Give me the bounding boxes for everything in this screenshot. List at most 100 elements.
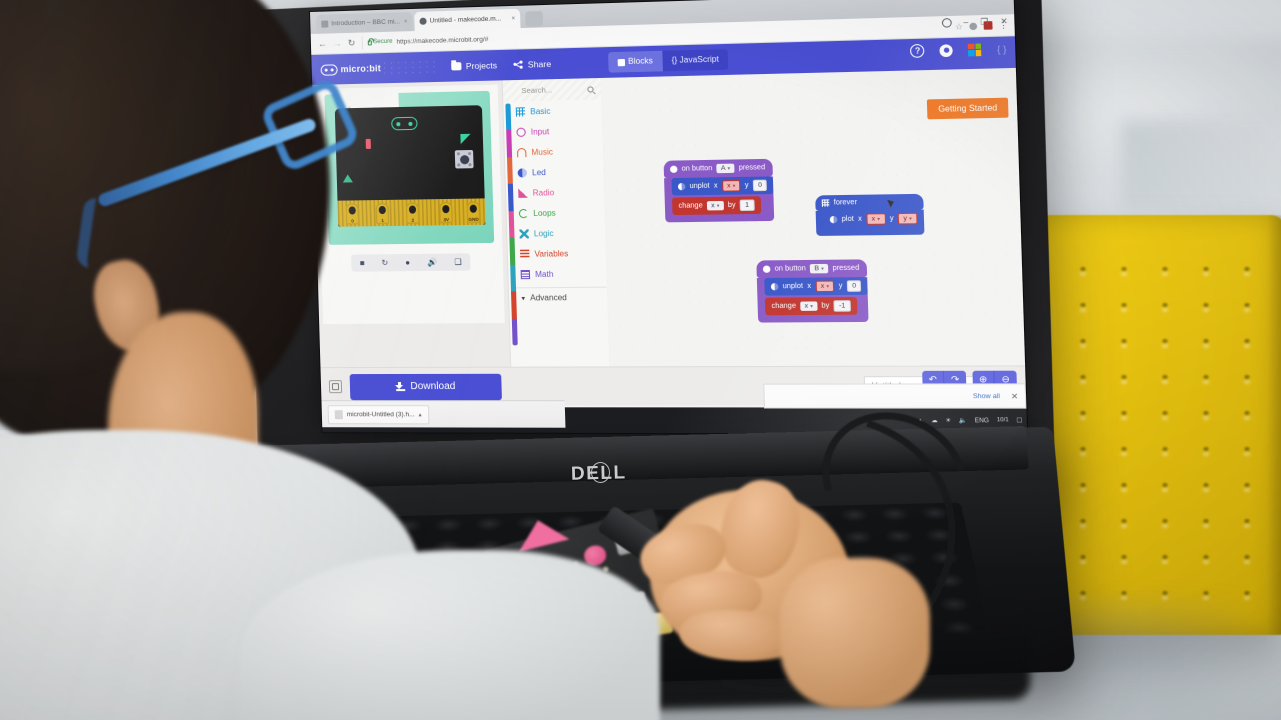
toolbox-item-music[interactable]: Music	[512, 140, 603, 162]
block-unplot[interactable]: unplot x x ▾ y 0	[764, 277, 869, 296]
block-unplot[interactable]: unplot x x ▾ y 0	[671, 176, 774, 196]
notification-icon[interactable]: ☐	[1016, 417, 1022, 424]
block-label: y	[838, 282, 843, 290]
number-field-y[interactable]: 0	[846, 280, 862, 292]
toolbox-label: Led	[531, 167, 546, 177]
math-icon	[520, 269, 531, 279]
volume-icon[interactable]: 🔈	[959, 417, 967, 424]
number-field-y[interactable]: 0	[752, 179, 768, 192]
new-tab-button[interactable]	[525, 11, 544, 27]
variable-field-y[interactable]: y ▾	[897, 212, 918, 225]
simulator-button-b[interactable]	[454, 149, 474, 169]
grid-icon	[515, 106, 526, 117]
block-label: by	[727, 201, 736, 210]
toolbox-label: Advanced	[530, 293, 567, 303]
number-field[interactable]: 1	[739, 199, 755, 212]
toolbox-item-variables[interactable]: Variables	[515, 243, 606, 264]
block-label: unplot	[689, 182, 710, 191]
headphone-icon	[516, 147, 527, 157]
maximize-button[interactable]: ❐	[980, 17, 988, 27]
close-button[interactable]: ✕	[1000, 16, 1008, 26]
block-label: on button	[774, 265, 806, 273]
tab-javascript[interactable]: {} JavaScript	[662, 49, 729, 71]
block-on-button-a-pressed[interactable]: on button A ▾ pressed unplot x x ▾ y 0 c…	[663, 158, 775, 223]
toolbox-label: Music	[531, 146, 554, 157]
block-hat[interactable]: forever	[815, 193, 924, 212]
basic-icon	[821, 199, 830, 207]
block-plot[interactable]: plot x x ▾ y y ▾	[823, 209, 925, 229]
variable-field[interactable]: x ▾	[706, 200, 724, 211]
led-icon	[517, 167, 528, 178]
block-label: pressed	[738, 164, 766, 172]
variable-field-x[interactable]: x ▾	[866, 213, 886, 225]
gear-icon[interactable]	[939, 43, 954, 57]
chevron-up-icon[interactable]: ▴	[419, 411, 422, 418]
minimize-button[interactable]: –	[963, 18, 968, 28]
variable-field[interactable]: x ▾	[800, 301, 818, 311]
toolbox-label: Basic	[530, 106, 551, 116]
block-body: unplot x x ▾ y 0 change x ▾	[756, 277, 870, 323]
sound-icon[interactable]: 🔊	[427, 258, 437, 267]
toolbox-item-logic[interactable]: Logic	[514, 222, 605, 244]
share-icon	[513, 60, 524, 69]
toolbox-item-radio[interactable]: Radio	[513, 181, 604, 203]
block-change[interactable]: change x ▾ by 1	[671, 196, 762, 216]
screen-content: Introduction – BBC mi... × Untitled - ma…	[310, 0, 1028, 435]
variable-field-x[interactable]: x ▾	[721, 180, 741, 192]
blocks-icon	[617, 58, 626, 66]
block-label: x	[713, 182, 718, 190]
block-hat[interactable]: on button B ▾ pressed	[756, 259, 868, 279]
wrist	[780, 558, 930, 708]
block-forever[interactable]: forever plot x x ▾ y y ▾	[815, 193, 925, 236]
shelf-actions: Show all ✕	[973, 391, 1019, 400]
button-field[interactable]: B ▾	[809, 263, 829, 274]
block-label: forever	[833, 198, 858, 207]
help-icon[interactable]: ?	[910, 43, 925, 58]
brace-decoration: { }	[996, 43, 1007, 55]
close-shelf-icon[interactable]: ✕	[1011, 391, 1019, 400]
block-on-button-b-pressed[interactable]: on button B ▾ pressed unplot x x ▾ y 0 c…	[756, 259, 870, 323]
projects-label: Projects	[465, 60, 498, 72]
toolbox-item-led[interactable]: Led	[512, 161, 603, 183]
makecode-body: 0 1 2 3V GND ■ ↻ ● 🔊 ❑ Search... Basic I…	[312, 67, 1026, 368]
toolbox-item-loops[interactable]: Loops	[513, 202, 604, 224]
getting-started-button[interactable]: Getting Started	[927, 97, 1009, 120]
download-shelf-right: Show all ✕	[763, 383, 1027, 409]
pin-gnd[interactable]: GND	[466, 201, 481, 223]
fullscreen-icon[interactable]: ❑	[454, 257, 462, 266]
led-icon	[770, 283, 779, 291]
block-body: plot x x ▾ y y ▾	[815, 209, 925, 236]
toolbox-label: Logic	[533, 228, 554, 238]
search-input[interactable]: Search...	[502, 77, 602, 102]
language-indicator[interactable]: ENG	[975, 418, 989, 424]
toolbox-item-advanced[interactable]: ▾ Advanced	[516, 286, 608, 308]
wifi-icon[interactable]: ☀	[945, 417, 951, 424]
toolbox-item-basic[interactable]: Basic	[510, 99, 601, 121]
tab-blocks[interactable]: Blocks	[608, 50, 663, 73]
block-label: y	[889, 215, 894, 223]
tab-close-icon[interactable]: ×	[511, 16, 515, 22]
toolbox-item-input[interactable]: Input	[511, 120, 602, 142]
number-field[interactable]: -1	[833, 300, 851, 312]
block-label: unplot	[782, 282, 804, 291]
block-label: change	[771, 302, 797, 311]
toolbox-label: Input	[530, 126, 550, 137]
button-field[interactable]: A ▾	[716, 163, 735, 174]
window-controls: – ❐ ✕	[941, 16, 1008, 28]
block-change[interactable]: change x ▾ by -1	[764, 296, 858, 316]
share-button[interactable]: Share	[513, 59, 551, 70]
clock[interactable]: 10/1	[997, 417, 1009, 424]
profile-icon[interactable]	[941, 18, 952, 28]
block-hat[interactable]: on button A ▾ pressed	[663, 158, 774, 179]
chair-edge	[1267, 215, 1281, 635]
blocks-workspace[interactable]: Getting Started on button A ▾ pressed un…	[600, 67, 1026, 367]
show-all-downloads-link[interactable]: Show all	[973, 392, 1000, 399]
pin-3v[interactable]: 3V	[439, 201, 453, 224]
network-icon[interactable]: ☁	[931, 417, 938, 424]
system-tray: ▲ ☁ ☀ 🔈 ENG 10/1 ☐	[917, 417, 1023, 424]
projects-button[interactable]: Projects	[451, 60, 497, 71]
toolbox-item-math[interactable]: Math	[515, 263, 606, 284]
chevron-down-icon: ▾	[521, 294, 526, 303]
variable-field-x[interactable]: x ▾	[815, 280, 835, 293]
list-icon	[519, 249, 530, 259]
